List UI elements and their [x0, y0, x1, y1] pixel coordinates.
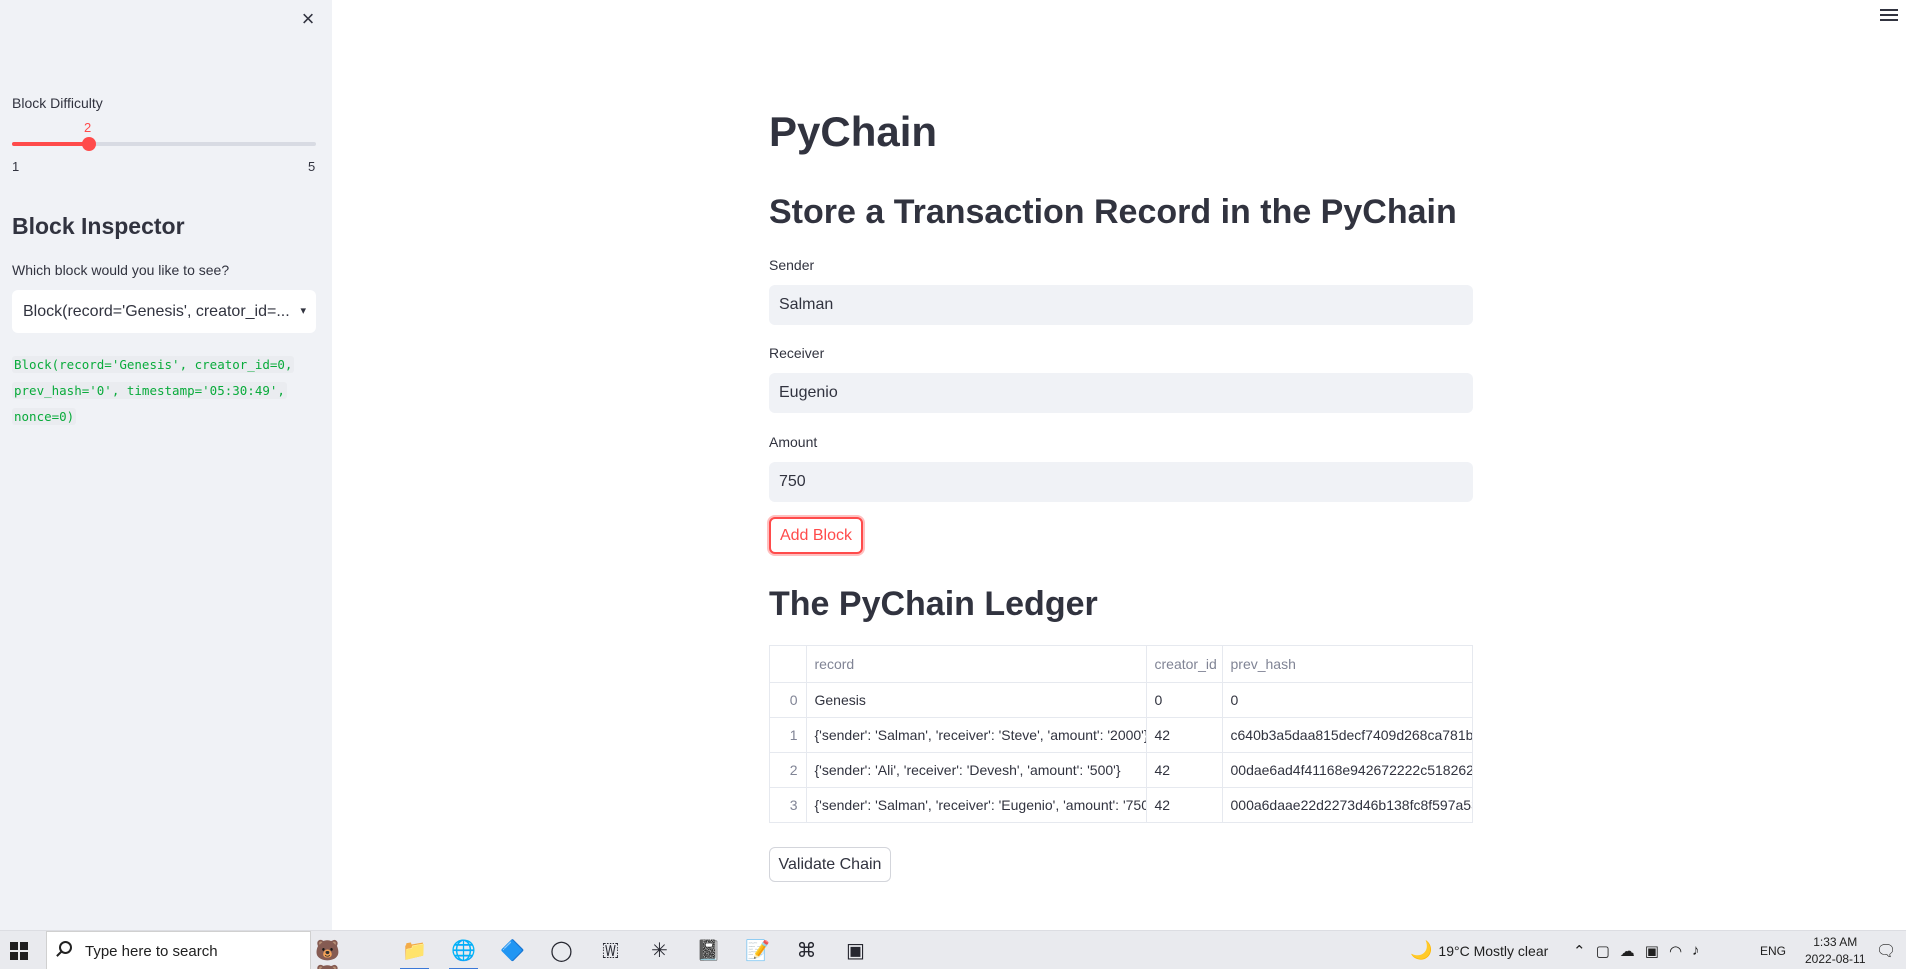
slider-fill — [12, 142, 88, 146]
display-icon[interactable]: ▣ — [1645, 942, 1669, 960]
taskbar-apps: 📁 🌐 🔷 ◯ 🇼 ✳ 📓 📝 ⌘ ▣ — [390, 931, 880, 969]
amount-input[interactable] — [769, 462, 1473, 502]
clock-time: 1:33 AM — [1813, 935, 1858, 949]
note-app-icon[interactable]: 📓 — [684, 931, 733, 969]
difficulty-slider-track[interactable] — [12, 142, 316, 146]
validate-chain-button[interactable]: Validate Chain — [769, 847, 891, 882]
search-decoration-icon: 🐻🐻🎍 — [315, 940, 340, 969]
column-header-creator-id[interactable]: creator_id — [1146, 646, 1223, 683]
creator-id-cell: 42 — [1146, 752, 1223, 788]
block-select[interactable]: Block(record='Genesis', creator_id=... ▾ — [12, 290, 316, 333]
system-tray-icons[interactable]: ⌃ ▢ ☁ ▣ ◠ ♪ — [1573, 931, 1710, 969]
row-index: 3 — [770, 787, 807, 822]
onedrive-icon[interactable]: ☁ — [1620, 942, 1645, 960]
ledger-heading: The PyChain Ledger — [769, 585, 1098, 623]
moon-icon: 🌙 — [1410, 940, 1433, 960]
chrome-icon[interactable]: 🌐 — [439, 931, 488, 969]
language-indicator[interactable]: ENG — [1760, 931, 1786, 969]
page-title: PyChain — [769, 108, 938, 155]
record-cell: {'sender': 'Salman', 'receiver': 'Eugeni… — [806, 787, 1147, 822]
slider-max: 5 — [308, 159, 316, 174]
block-code-output: Block(record='Genesis', creator_id=0, pr… — [12, 352, 312, 430]
amount-label: Amount — [769, 434, 818, 450]
chevron-down-icon: ▾ — [300, 305, 306, 317]
receiver-input[interactable] — [769, 373, 1473, 413]
code-line: nonce=0) — [12, 408, 77, 425]
vscode-icon[interactable]: ⌘ — [782, 931, 831, 969]
search-placeholder: Type here to search — [85, 943, 218, 960]
clock[interactable]: 1:33 AM 2022-08-11 — [1805, 934, 1866, 968]
difficulty-slider-thumb[interactable] — [82, 137, 96, 151]
chevron-up-icon[interactable]: ⌃ — [1573, 942, 1596, 960]
sender-input[interactable] — [769, 285, 1473, 325]
meet-now-icon[interactable]: ▢ — [1596, 942, 1620, 960]
row-index: 0 — [770, 682, 807, 718]
row-index: 2 — [770, 752, 807, 788]
table-row: 1 {'sender': 'Salman', 'receiver': 'Stev… — [770, 717, 1472, 753]
code-line: prev_hash='0', timestamp='05:30:49', — [12, 382, 287, 399]
add-block-button[interactable]: Add Block — [769, 517, 863, 554]
clock-date: 2022-08-11 — [1805, 952, 1866, 966]
form-heading: Store a Transaction Record in the PyChai… — [769, 193, 1457, 231]
block-select-value: Block(record='Genesis', creator_id=... — [23, 303, 290, 320]
table-row: 3 {'sender': 'Salman', 'receiver': 'Euge… — [770, 787, 1472, 822]
creator-id-cell: 42 — [1146, 787, 1223, 822]
slider-min: 1 — [12, 159, 20, 174]
prev-hash-cell: 0 — [1222, 682, 1472, 718]
row-index: 1 — [770, 717, 807, 753]
sender-label: Sender — [769, 257, 815, 273]
weather-widget[interactable]: 🌙 19°C Mostly clear — [1410, 931, 1548, 969]
taskbar-search[interactable]: Type here to search 🐻🐻🎍 — [46, 931, 340, 969]
block-inspector-heading: Block Inspector — [12, 213, 185, 239]
word-icon[interactable]: 🇼 — [586, 931, 635, 969]
block-select-label: Which block would you like to see? — [12, 262, 230, 278]
wifi-icon[interactable]: ◠ — [1669, 942, 1692, 960]
creator-id-cell: 0 — [1146, 682, 1223, 718]
terminal-icon[interactable]: ▣ — [831, 931, 880, 969]
creator-id-cell: 42 — [1146, 717, 1223, 753]
loader-icon[interactable]: ◯ — [537, 931, 586, 969]
column-header-prev-hash[interactable]: prev_hash — [1222, 646, 1472, 683]
git-kraken-icon[interactable]: 🔷 — [488, 931, 537, 969]
slack-icon[interactable]: ✳ — [635, 931, 684, 969]
prev-hash-cell: c640b3a5daa815decf7409d268ca781bb92 — [1222, 717, 1472, 753]
file-explorer-icon[interactable]: 📁 — [390, 931, 439, 969]
record-cell: {'sender': 'Ali', 'receiver': 'Devesh', … — [806, 752, 1147, 788]
weather-text: 19°C Mostly clear — [1438, 942, 1549, 959]
receiver-label: Receiver — [769, 345, 825, 361]
sidebar: × Block Difficulty 2 1 5 Block Inspector… — [0, 0, 332, 930]
record-cell: {'sender': 'Salman', 'receiver': 'Steve'… — [806, 717, 1147, 753]
block-difficulty-label: Block Difficulty — [12, 95, 103, 111]
prev-hash-cell: 000a6daae22d2273d46b138fc8f597a532c2 — [1222, 787, 1472, 822]
menu-icon[interactable] — [1880, 9, 1898, 25]
taskbar: Type here to search 🐻🐻🎍 📁🌐🔷◯🇼✳📓📝⌘▣ 🌙 19°… — [0, 930, 1906, 969]
search-icon — [59, 941, 72, 954]
ledger-table[interactable]: record creator_id prev_hash 0 Genesis 0 … — [769, 645, 1473, 823]
notepad-icon[interactable]: 📝 — [733, 931, 782, 969]
close-icon[interactable]: × — [298, 8, 318, 30]
windows-start-icon[interactable] — [10, 942, 28, 960]
column-header-index — [770, 646, 807, 683]
table-row: 0 Genesis 0 0 — [770, 682, 1472, 718]
code-line: Block(record='Genesis', creator_id=0, — [12, 356, 295, 373]
table-header-row: record creator_id prev_hash — [770, 646, 1472, 683]
record-cell: Genesis — [806, 682, 1147, 718]
notification-icon[interactable]: 🗨 — [1876, 931, 1896, 969]
column-header-record[interactable]: record — [806, 646, 1147, 683]
slider-value: 2 — [84, 120, 92, 135]
prev-hash-cell: 00dae6ad4f41168e942672222c518262a34 — [1222, 752, 1472, 788]
table-row: 2 {'sender': 'Ali', 'receiver': 'Devesh'… — [770, 752, 1472, 788]
volume-icon[interactable]: ♪ — [1692, 942, 1710, 959]
